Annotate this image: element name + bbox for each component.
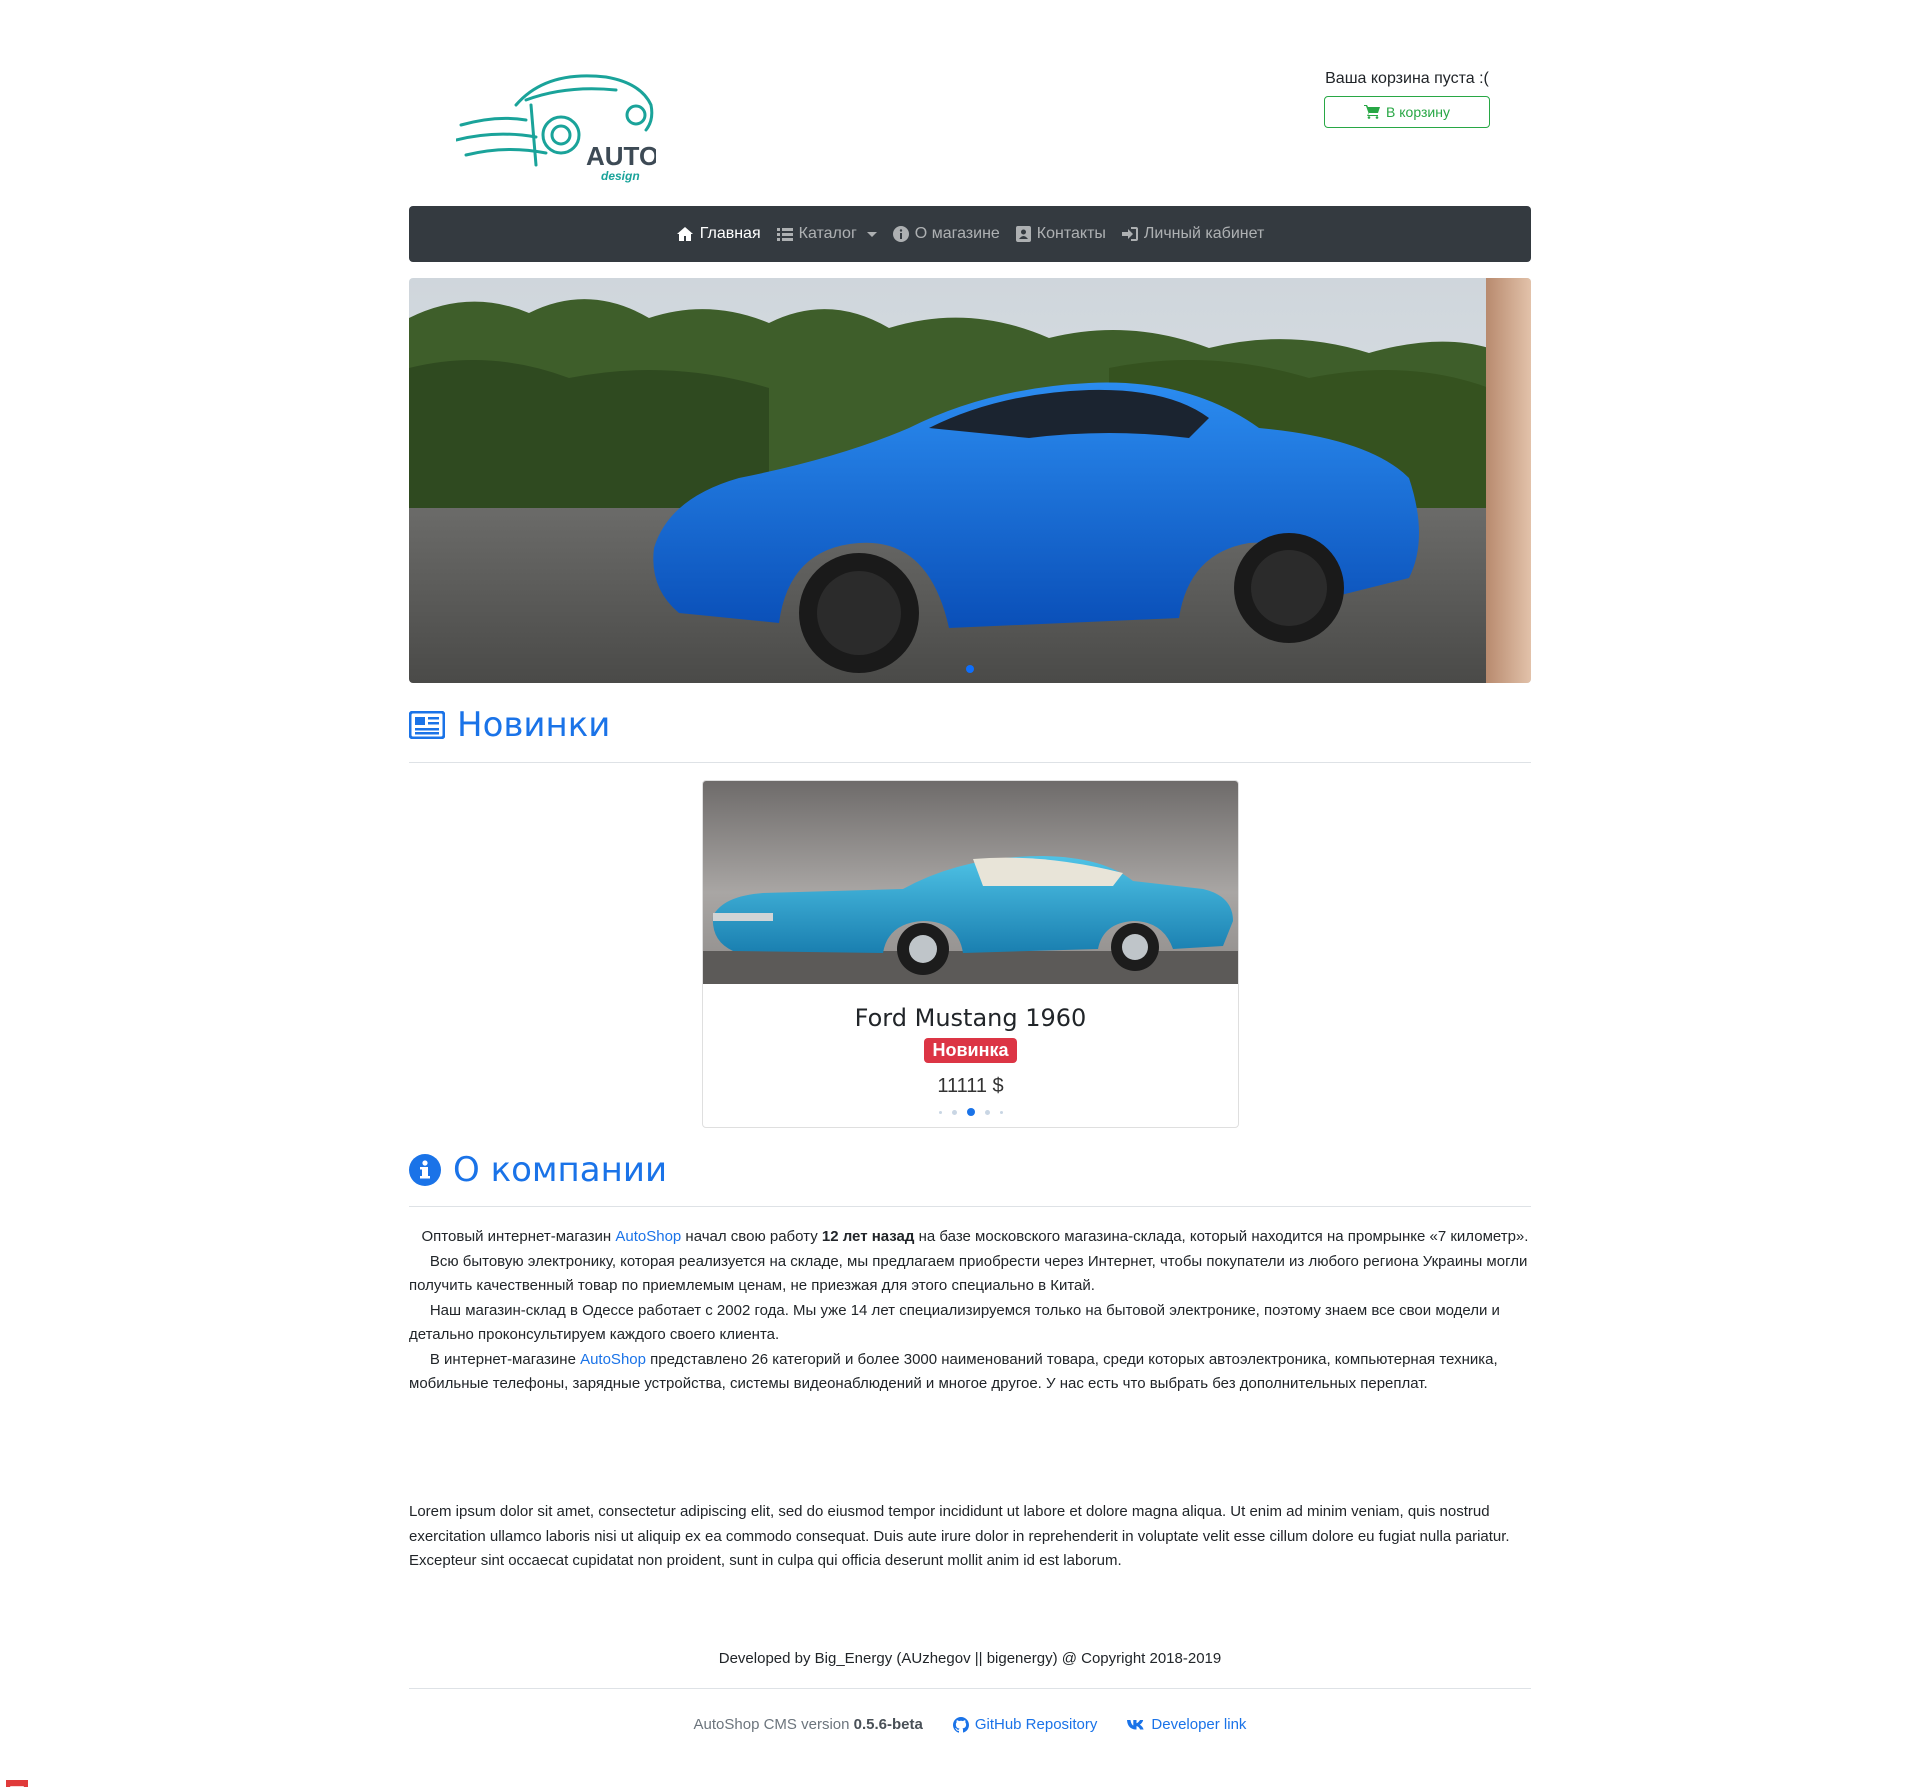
carousel-dot[interactable]: [938, 1110, 942, 1114]
about-p4-text: В интернет-магазине: [429, 1350, 581, 1368]
carousel-dot[interactable]: [999, 1110, 1003, 1114]
carousel-dot[interactable]: [984, 1109, 990, 1115]
cart-widget: Ваша корзина пуста :( В корзину: [1317, 70, 1497, 128]
extension-icon[interactable]: [6, 1780, 28, 1787]
nav-account[interactable]: Личный кабинет: [1121, 225, 1265, 243]
about-paragraph-1: Оптовый интернет-магазин AutoShop начал …: [409, 1225, 1531, 1250]
cart-button[interactable]: В корзину: [1324, 96, 1490, 128]
site-logo[interactable]: AUTO design: [454, 65, 659, 185]
version-label: AutoShop CMS version: [693, 1716, 854, 1733]
product-price: 11111 $: [937, 1075, 1004, 1097]
about-p1-text: Оптовый интернет-магазин: [421, 1228, 616, 1245]
nav-home-label: Главная: [699, 225, 761, 242]
about-paragraph-4: В интернет-магазине AutoShop представлен…: [409, 1348, 1531, 1397]
newspaper-icon: [409, 711, 445, 739]
contact-icon: [1015, 226, 1031, 242]
product-carousel-dots: [703, 1108, 1238, 1116]
github-link-label: GitHub Repository: [974, 1716, 1098, 1733]
hero-carousel[interactable]: [409, 278, 1531, 683]
lorem-paragraph: Lorem ipsum dolor sit amet, consectetur …: [409, 1503, 1510, 1569]
product-image: [703, 781, 1238, 984]
news-heading: Новинки: [409, 705, 1531, 745]
cart-status: Ваша корзина пуста :(: [1325, 70, 1489, 87]
about-p1-text-3: на базе московского магазина-склада, кот…: [914, 1228, 1529, 1245]
footer-version: AutoShop CMS version 0.5.6-beta: [694, 1716, 923, 1733]
developer-link-label: Developer link: [1151, 1716, 1247, 1733]
sign-in-icon: [1121, 227, 1138, 241]
nav-about-label: О магазине: [914, 225, 1000, 242]
news-divider: [409, 762, 1531, 763]
carousel-dot-active[interactable]: [966, 1108, 975, 1116]
about-p2-text: Всю бытовую электронику, которая реализу…: [409, 1252, 1528, 1295]
news-title: Новинки: [457, 705, 611, 745]
nav-catalog-label: Каталог: [798, 225, 857, 242]
footer-developed: Developed by Big_Energy (AUzhegov || big…: [718, 1650, 1222, 1667]
chevron-down-icon: [866, 231, 877, 237]
nav-home[interactable]: Главная: [676, 225, 761, 243]
info-icon: [892, 226, 909, 242]
list-icon: [776, 228, 793, 241]
badge-wrap: Новинка: [703, 1038, 1238, 1063]
about-p1-text-2: начал свою работу: [681, 1228, 822, 1245]
logo-car-icon: AUTO design: [454, 74, 659, 183]
about-divider: [409, 1206, 1531, 1207]
about-text: Оптовый интернет-магазин AutoShop начал …: [409, 1225, 1531, 1397]
about-paragraph-2: Всю бытовую электронику, которая реализу…: [409, 1250, 1531, 1299]
github-link[interactable]: GitHub Repository: [952, 1716, 1098, 1733]
carousel-dot[interactable]: [951, 1109, 957, 1115]
nav-contacts[interactable]: Контакты: [1015, 225, 1106, 243]
logo-text: AUTO: [586, 141, 656, 171]
version-number: 0.5.6-beta: [853, 1716, 923, 1733]
github-icon: [952, 1716, 969, 1733]
new-badge: Новинка: [924, 1038, 1017, 1063]
product-name[interactable]: Ford Mustang 1960: [703, 1004, 1238, 1032]
autoshop-link-2[interactable]: AutoShop: [580, 1351, 646, 1368]
nav-about[interactable]: О магазине: [892, 225, 1000, 243]
logo-subtext: design: [601, 169, 640, 183]
info-circle-icon: [409, 1154, 441, 1186]
carousel-indicator[interactable]: [966, 665, 974, 673]
nav-contacts-label: Контакты: [1036, 225, 1106, 242]
about-paragraph-3: Наш магазин-склад в Одессе работает с 20…: [409, 1299, 1531, 1348]
cart-button-label: В корзину: [1386, 104, 1450, 120]
shopping-cart-icon: [1364, 105, 1381, 119]
about-p3-text: Наш магазин-склад в Одессе работает с 20…: [409, 1301, 1500, 1344]
footer-links: AutoShop CMS version 0.5.6-beta GitHub R…: [409, 1716, 1531, 1733]
developer-link[interactable]: Developer link: [1127, 1716, 1246, 1733]
home-icon: [676, 227, 693, 241]
product-card[interactable]: Ford Mustang 1960 Новинка 11111 $: [702, 780, 1239, 1128]
main-navbar: Главная Каталог О магазине Контакты Личн…: [409, 206, 1531, 262]
about-heading: О компании: [409, 1150, 1531, 1190]
hero-car-image: [409, 278, 1531, 683]
nav-account-label: Личный кабинет: [1143, 225, 1265, 242]
footer-divider: [409, 1688, 1531, 1689]
about-p1-bold: 12 лет назад: [821, 1228, 915, 1245]
about-title: О компании: [453, 1150, 668, 1190]
autoshop-link[interactable]: AutoShop: [615, 1228, 681, 1245]
vk-icon: [1127, 1719, 1144, 1729]
nav-catalog[interactable]: Каталог: [776, 225, 877, 243]
